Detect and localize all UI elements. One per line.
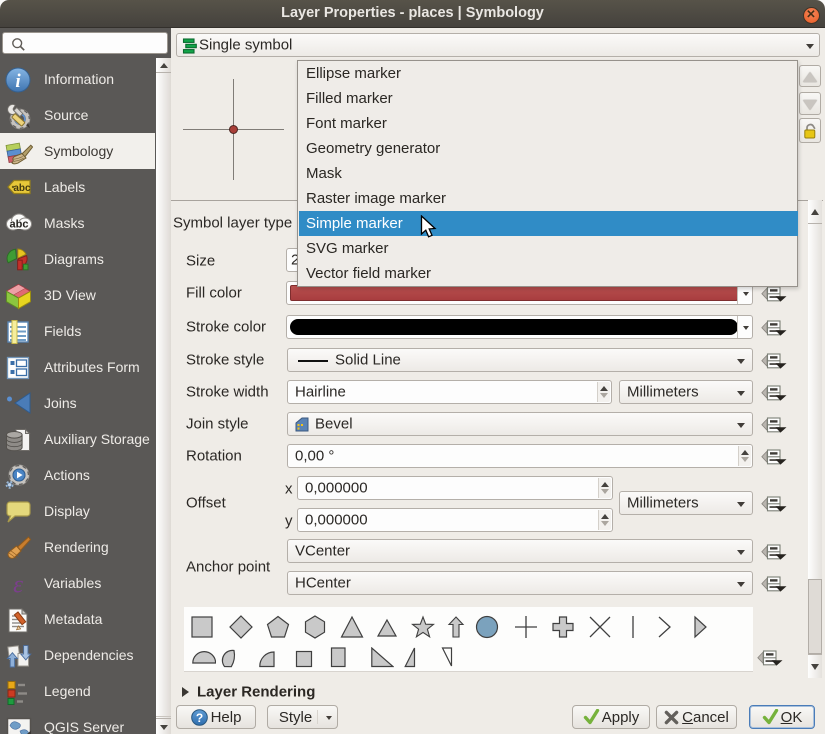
svg-text:ε: ε xyxy=(13,572,23,598)
svg-text:?: ? xyxy=(195,711,202,725)
svg-text:i: i xyxy=(15,71,21,92)
svg-text:abc: abc xyxy=(10,219,29,231)
svg-text:abc: abc xyxy=(13,183,31,194)
